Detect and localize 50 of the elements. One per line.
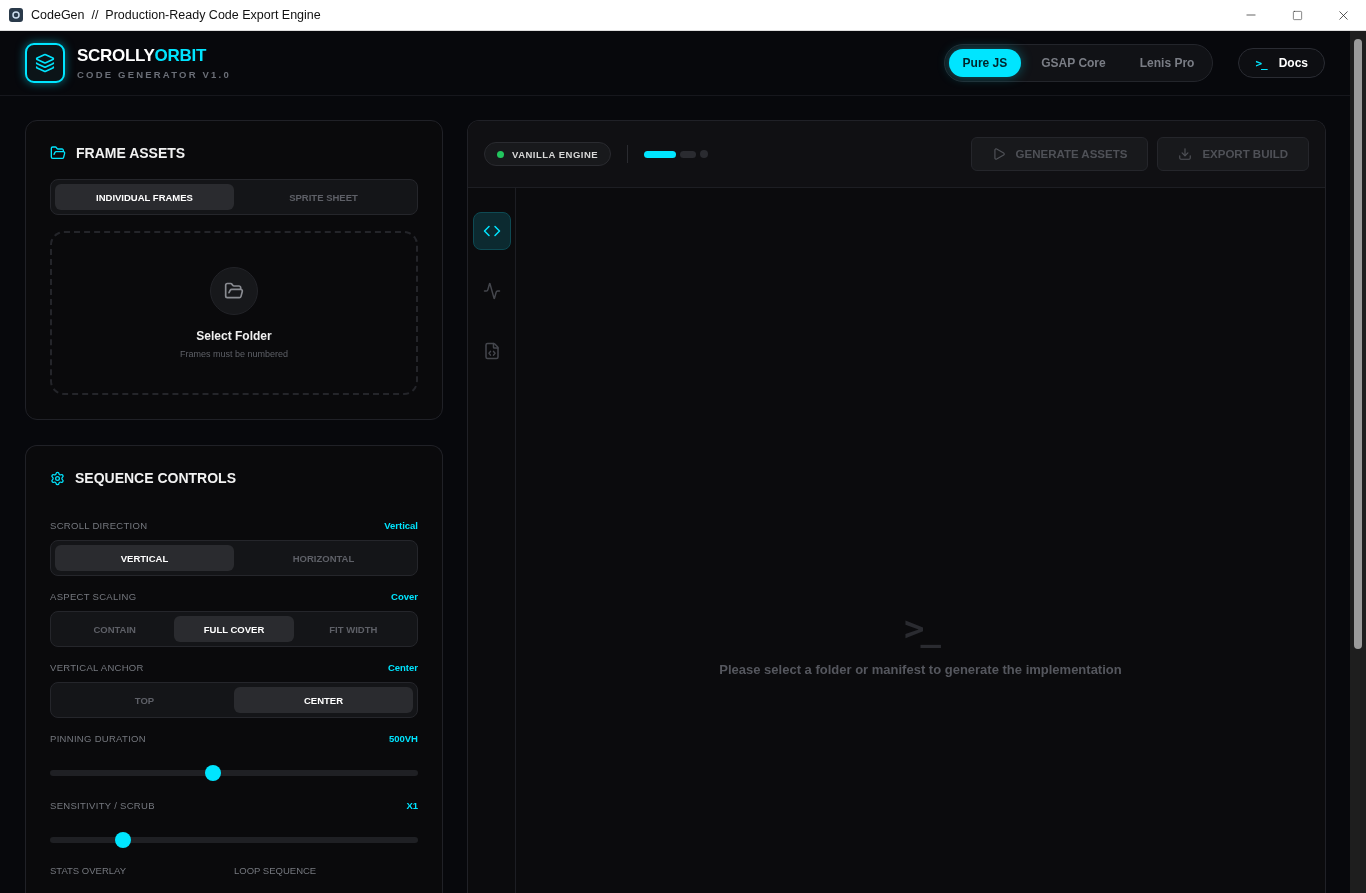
logo-icon bbox=[25, 43, 65, 83]
setting-label: LOOP SEQUENCE bbox=[234, 865, 318, 876]
slider-thumb[interactable] bbox=[114, 832, 131, 848]
settings-icon bbox=[50, 470, 65, 486]
option-tab[interactable]: FULL COVER bbox=[174, 616, 294, 642]
setting-label: PINNING DURATION bbox=[50, 733, 146, 744]
empty-message: Please select a folder or manifest to generate the implementation bbox=[719, 662, 1122, 677]
pulse-icon bbox=[482, 282, 501, 300]
setting-value: Center bbox=[387, 662, 418, 673]
maximize-icon[interactable] bbox=[1291, 9, 1303, 21]
engine-tab[interactable]: GSAP Core bbox=[1027, 49, 1120, 77]
brand-subtitle: CODE GENERATOR V1.0 bbox=[77, 69, 232, 80]
card-title: FRAME ASSETS bbox=[76, 145, 186, 161]
scrollbar[interactable] bbox=[1350, 31, 1366, 893]
dropzone-hint: Frames must be numbered bbox=[179, 349, 288, 359]
option-tab[interactable]: TOP bbox=[55, 687, 234, 713]
engine-tab[interactable]: Pure JS bbox=[948, 49, 1022, 77]
option-tab[interactable]: VERTICAL bbox=[55, 545, 234, 571]
file-code-icon bbox=[482, 342, 501, 360]
mode-tab[interactable]: INDIVIDUAL FRAMES bbox=[55, 184, 234, 210]
app-icon bbox=[9, 8, 23, 22]
setting-label: ASPECT SCALING bbox=[50, 591, 137, 602]
setting-value: Cover bbox=[391, 591, 418, 602]
mode-tab[interactable]: SPRITE SHEET bbox=[234, 184, 413, 210]
brand-name: SCROLLYORBIT bbox=[77, 46, 208, 66]
setting-label: SENSITIVITY / SCRUB bbox=[50, 800, 155, 811]
slider-thumb[interactable] bbox=[205, 765, 221, 781]
setting-value: Vertical bbox=[384, 520, 418, 531]
dropzone-title: Select Folder bbox=[196, 329, 272, 343]
status-text: VANILLA ENGINE bbox=[512, 148, 599, 160]
option-tab[interactable]: CONTAIN bbox=[55, 616, 175, 642]
option-tab[interactable]: CENTER bbox=[234, 687, 413, 713]
folder-dropzone[interactable]: Select Folder Frames must be numbered bbox=[50, 231, 418, 395]
setting-value: 500VH bbox=[388, 733, 418, 744]
setting-label: VERTICAL ANCHOR bbox=[50, 662, 144, 673]
window-title: CodeGen // Production-Ready Code Export Engine bbox=[31, 8, 322, 22]
docs-button[interactable]: >_ Docs bbox=[1238, 48, 1325, 78]
engine-tab[interactable]: Lenis Pro bbox=[1125, 49, 1209, 77]
download-icon bbox=[1178, 147, 1193, 161]
setting-label: SCROLL DIRECTION bbox=[50, 520, 148, 531]
option-tab[interactable]: FIT WIDTH bbox=[293, 616, 413, 642]
setting-label: STATS OVERLAY bbox=[50, 865, 128, 876]
card-title: SEQUENCE CONTROLS bbox=[75, 470, 236, 486]
option-tab[interactable]: HORIZONTAL bbox=[234, 545, 413, 571]
terminal-icon: >_ bbox=[904, 608, 937, 648]
folder-icon bbox=[50, 145, 66, 161]
play-icon bbox=[991, 147, 1006, 161]
folder-icon bbox=[210, 267, 258, 315]
setting-value: X1 bbox=[406, 800, 418, 811]
tool-tab[interactable] bbox=[472, 212, 511, 250]
